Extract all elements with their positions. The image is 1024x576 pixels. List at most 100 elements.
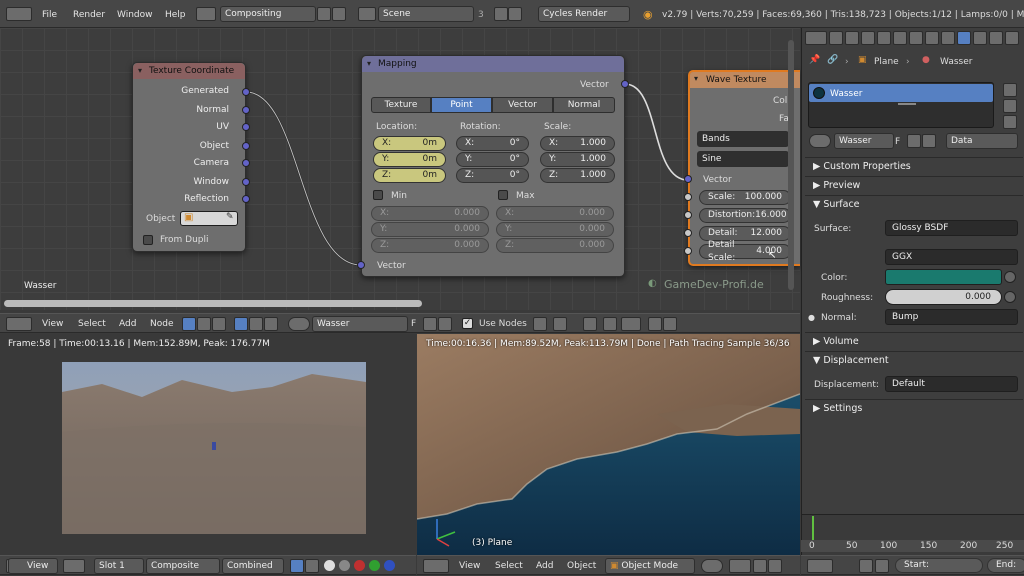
unlink-material-icon[interactable] [922, 134, 936, 148]
start-frame-field[interactable]: Start: [895, 558, 983, 573]
add-slot-icon[interactable] [1003, 83, 1017, 97]
pivot-icon[interactable] [729, 559, 751, 573]
menu-object[interactable]: Object [567, 561, 596, 571]
fake-user-toggle[interactable]: F [411, 319, 416, 329]
material-browse-icon[interactable] [288, 317, 310, 331]
clock-icon[interactable] [875, 559, 889, 573]
current-frame-marker[interactable] [812, 516, 814, 540]
add-material-icon[interactable] [907, 134, 921, 148]
channel-blue-icon[interactable] [384, 560, 395, 571]
panel-volume[interactable]: ▶ Volume [805, 332, 1023, 350]
shader-nodes-icon[interactable] [182, 317, 196, 331]
pin-icon[interactable]: 📌 [809, 55, 820, 65]
wave-detail-socket[interactable] [684, 229, 692, 237]
wave-type-select[interactable]: Bands [697, 131, 789, 147]
compositor-icon[interactable] [197, 317, 211, 331]
pin-icon[interactable] [533, 317, 547, 331]
snap-mode-icon[interactable] [621, 317, 641, 331]
particles-tab-icon[interactable] [989, 31, 1003, 45]
max-y-field[interactable]: Y: 0.000 [496, 222, 614, 237]
resize-handle-icon[interactable] [898, 103, 916, 105]
loc-x-field[interactable]: X: 0m [373, 136, 446, 151]
distribution-select[interactable]: GGX [885, 249, 1018, 265]
wave-in-vector-socket[interactable] [684, 175, 692, 183]
color-link-icon[interactable] [1004, 271, 1016, 283]
render-tab-icon[interactable] [829, 31, 843, 45]
material-name-field[interactable]: Wasser [834, 133, 894, 149]
min-x-field[interactable]: X: 0.000 [371, 206, 489, 221]
loc-z-field[interactable]: Z: 0m [373, 168, 446, 183]
use-nodes-checkbox[interactable]: ✓ [462, 318, 473, 329]
scale-x-field[interactable]: X: 1.000 [540, 136, 615, 151]
node-title[interactable]: Wave Texture [690, 72, 800, 88]
remove-slot-icon[interactable] [1003, 99, 1017, 113]
menu-view[interactable]: View [459, 561, 480, 571]
modifiers-tab-icon[interactable] [925, 31, 939, 45]
wave-distortion-socket[interactable] [684, 211, 692, 219]
editor-type-icon[interactable] [6, 317, 32, 331]
editor-type-icon[interactable] [423, 559, 449, 573]
copy-nodes-icon[interactable] [648, 317, 662, 331]
fake-user-toggle[interactable]: F [895, 137, 900, 147]
data-tab-icon[interactable] [941, 31, 955, 45]
socket-reflection[interactable] [242, 195, 250, 203]
min-checkbox[interactable] [373, 190, 383, 200]
slot-specials-icon[interactable] [1003, 115, 1017, 129]
render-layers-tab-icon[interactable] [845, 31, 859, 45]
node-title[interactable]: Mapping [362, 56, 624, 72]
alpha-display-icon[interactable] [290, 559, 304, 573]
rot-x-field[interactable]: X: 0° [456, 136, 529, 151]
eyedropper-icon[interactable]: ✎ [226, 212, 234, 222]
socket-uv[interactable] [242, 123, 250, 131]
surface-shader-select[interactable]: Glossy BSDF [885, 220, 1018, 236]
collapse-arrow-icon[interactable]: ▾ [138, 66, 142, 75]
material-name-field[interactable]: Wasser [312, 316, 408, 332]
wave-profile-select[interactable]: Sine [697, 151, 789, 167]
physics-tab-icon[interactable] [1005, 31, 1019, 45]
tab-normal[interactable]: Normal [553, 97, 615, 113]
rot-z-field[interactable]: Z: 0° [456, 168, 529, 183]
editor-type-icon[interactable] [807, 559, 833, 573]
color-swatch[interactable] [885, 269, 1002, 285]
scale-y-field[interactable]: Y: 1.000 [540, 152, 615, 167]
wave-detail-scale-field[interactable]: Detail Scale: 4.000 [699, 240, 791, 263]
manipulator-translate-icon[interactable] [768, 559, 782, 573]
roughness-link-icon[interactable] [1004, 291, 1016, 303]
max-checkbox[interactable] [498, 190, 508, 200]
node-title[interactable]: Texture Coordinate [133, 63, 245, 79]
horizontal-scrollbar[interactable] [4, 300, 422, 307]
linestyle-icon[interactable] [264, 317, 278, 331]
roughness-slider[interactable]: 0.000 [885, 289, 1002, 305]
mapping-in-socket[interactable] [357, 261, 365, 269]
vertical-scrollbar[interactable] [788, 40, 794, 290]
object-tab-icon[interactable] [893, 31, 907, 45]
scale-z-field[interactable]: Z: 1.000 [540, 168, 615, 183]
panel-preview[interactable]: ▶ Preview [805, 176, 1023, 194]
view-menu[interactable]: View [8, 558, 58, 574]
panel-surface[interactable]: ▼ Surface [805, 195, 1023, 213]
collapse-arrow-icon[interactable]: ▾ [367, 59, 371, 68]
socket-object[interactable] [242, 142, 250, 150]
loc-y-field[interactable]: Y: 0m [373, 152, 446, 167]
tab-point[interactable]: Point [431, 97, 492, 113]
from-dupli-checkbox[interactable] [143, 235, 153, 245]
scene-tab-icon[interactable] [861, 31, 875, 45]
channel-red-icon[interactable] [354, 560, 365, 571]
wave-scale-socket[interactable] [684, 193, 692, 201]
panel-custom-properties[interactable]: ▶ Custom Properties [805, 157, 1023, 175]
socket-normal[interactable] [242, 106, 250, 114]
normal-select[interactable]: Bump [885, 309, 1018, 325]
menu-select[interactable]: Select [78, 319, 106, 329]
tab-vector[interactable]: Vector [492, 97, 553, 113]
world-tab-icon[interactable] [877, 31, 891, 45]
combined-select[interactable]: Combined [222, 558, 284, 574]
image-browse-icon[interactable] [63, 559, 85, 573]
parent-icon[interactable] [553, 317, 567, 331]
channel-alpha-icon[interactable] [339, 560, 350, 571]
add-material-icon[interactable] [423, 317, 437, 331]
wave-scale-field[interactable]: Scale: 100.000 [699, 190, 791, 205]
displacement-select[interactable]: Default [885, 376, 1018, 392]
link-select[interactable]: Data [946, 133, 1018, 149]
manipulator-icon[interactable] [753, 559, 767, 573]
menu-add[interactable]: Add [536, 561, 553, 571]
